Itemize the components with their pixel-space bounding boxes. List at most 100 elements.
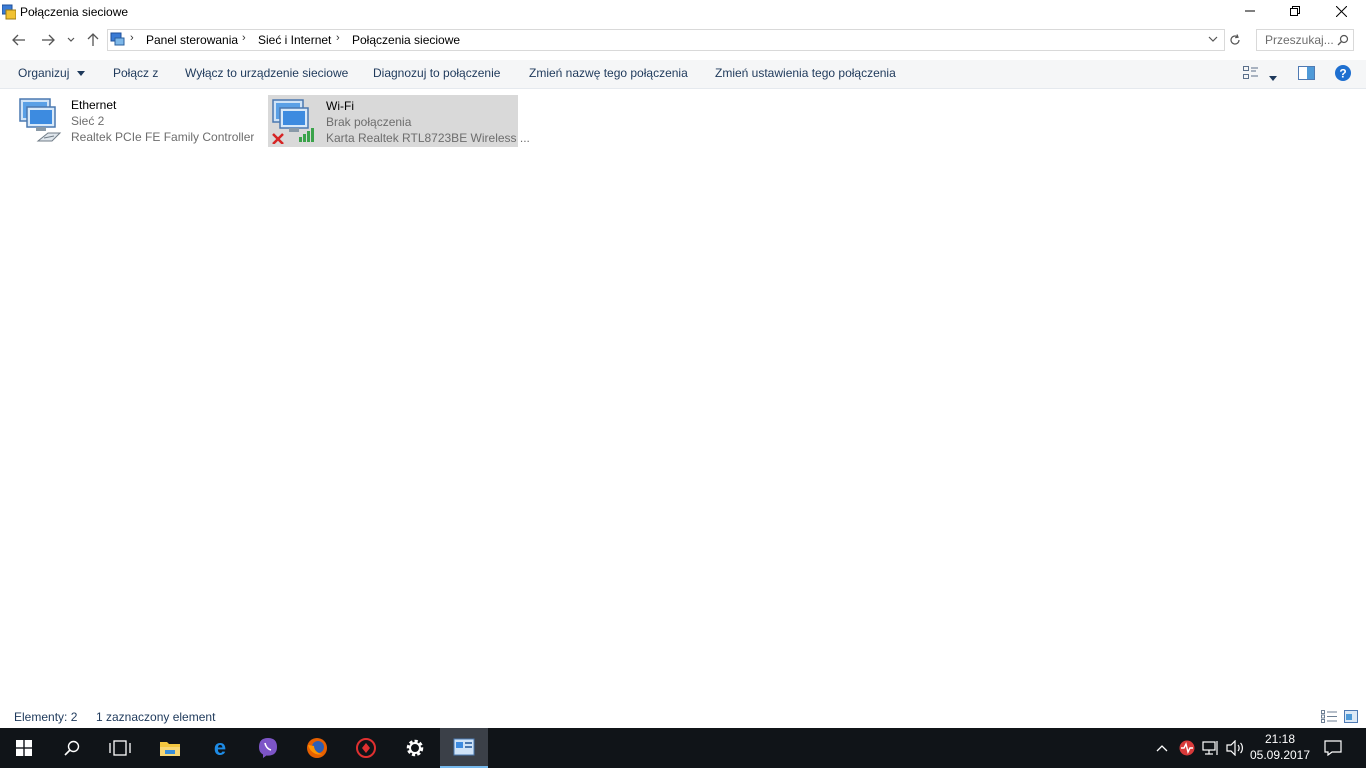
windows-logo-icon	[16, 740, 32, 756]
svg-text:?: ?	[1339, 67, 1346, 81]
network-icon	[1202, 741, 1218, 755]
ethernet-adapter-icon	[19, 98, 62, 142]
search-icon	[64, 740, 80, 756]
action-center-button[interactable]	[1318, 728, 1348, 768]
edge-icon: e	[214, 737, 226, 759]
antivirus-icon	[1179, 740, 1195, 756]
diagnose-button[interactable]: Diagnozuj to połączenie	[373, 66, 500, 80]
minimize-button[interactable]	[1227, 0, 1273, 22]
item-status: Brak połączenia	[326, 115, 412, 129]
app-taskbar-button-red[interactable]	[342, 728, 390, 768]
rename-button[interactable]: Zmień nazwę tego połączenia	[529, 66, 688, 80]
viber-icon	[259, 738, 277, 758]
forward-button[interactable]	[37, 26, 59, 54]
view-dropdown-button[interactable]	[1269, 70, 1277, 84]
task-view-button[interactable]	[96, 728, 144, 768]
network-item-ethernet[interactable]: Ethernet Sieć 2 Realtek PCIe FE Family C…	[14, 95, 258, 145]
command-bar: Organizuj Połącz z Wyłącz to urządzenie …	[0, 60, 1366, 89]
navigation-bar: › Panel sterowania › Sieć i Internet › P…	[0, 26, 1366, 54]
status-bar: Elementy: 2 1 zaznaczony element	[0, 706, 1366, 728]
breadcrumb-polaczenia-sieciowe[interactable]: Połączenia sieciowe	[352, 33, 460, 47]
file-explorer-taskbar-button[interactable]	[146, 728, 194, 768]
close-icon	[1335, 5, 1347, 17]
tiles-view-button[interactable]	[1344, 710, 1358, 726]
arrow-right-icon	[42, 34, 55, 46]
search-placeholder: Przeszukaj...	[1265, 33, 1334, 47]
tray-network-button[interactable]	[1200, 728, 1222, 768]
title-bar: Połączenia sieciowe	[0, 0, 1366, 24]
help-icon: ?	[1335, 65, 1351, 81]
connect-to-button[interactable]: Połącz z	[113, 66, 158, 80]
preview-pane-button[interactable]	[1298, 66, 1315, 83]
tray-volume-button[interactable]	[1224, 728, 1246, 768]
speaker-icon	[1226, 740, 1243, 756]
refresh-icon	[1230, 34, 1240, 45]
up-button[interactable]	[83, 26, 103, 54]
recent-locations-button[interactable]	[64, 26, 78, 54]
arrow-left-icon	[12, 34, 25, 46]
gear-icon	[406, 739, 424, 757]
close-button[interactable]	[1318, 0, 1364, 22]
search-taskbar-button[interactable]	[48, 728, 96, 768]
notification-icon	[1324, 740, 1342, 756]
window-title: Połączenia sieciowe	[20, 5, 129, 19]
address-bar[interactable]: › Panel sterowania › Sieć i Internet › P…	[107, 29, 1225, 51]
item-device: Karta Realtek RTL8723BE Wireless ...	[326, 131, 530, 145]
help-button[interactable]: ?	[1334, 64, 1352, 85]
details-view-button[interactable]	[1321, 710, 1337, 726]
restore-button[interactable]	[1272, 0, 1318, 22]
minimize-icon	[1245, 10, 1255, 12]
organize-label: Organizuj	[18, 66, 70, 80]
disable-device-button[interactable]: Wyłącz to urządzenie sieciowe	[185, 66, 348, 80]
viber-taskbar-button[interactable]	[244, 728, 292, 768]
svg-text:e: e	[214, 737, 226, 759]
change-settings-button[interactable]: Zmień ustawienia tego połączenia	[715, 66, 896, 80]
item-status: Sieć 2	[71, 114, 105, 128]
chevron-up-icon	[1156, 745, 1168, 752]
show-hidden-icons-button[interactable]	[1154, 728, 1170, 768]
item-device: Realtek PCIe FE Family Controller	[71, 130, 255, 144]
tray-antivirus-icon-button[interactable]	[1177, 728, 1197, 768]
network-connections-icon	[2, 4, 16, 20]
tiles-view-icon	[1344, 710, 1358, 723]
back-button[interactable]	[8, 26, 30, 54]
network-item-wifi[interactable]: Wi-Fi Brak połączenia Karta Realtek RTL8…	[268, 95, 530, 147]
breadcrumb-siec-i-internet[interactable]: Sieć i Internet	[258, 33, 331, 47]
control-panel-icon	[110, 32, 125, 46]
arrow-up-icon	[87, 33, 99, 46]
firefox-icon	[307, 738, 327, 758]
firefox-taskbar-button[interactable]	[293, 728, 341, 768]
search-box[interactable]: Przeszukaj...	[1256, 29, 1354, 51]
clock-time: 21:18	[1264, 732, 1296, 746]
caret-down-icon	[76, 71, 85, 77]
breadcrumb-separator: ›	[336, 32, 340, 44]
chevron-down-icon[interactable]	[1208, 36, 1218, 43]
refresh-button[interactable]	[1225, 29, 1245, 51]
settings-taskbar-button[interactable]	[391, 728, 439, 768]
selection-count: 1 zaznaczony element	[96, 710, 216, 724]
view-options-icon	[1243, 66, 1258, 79]
search-icon	[1337, 34, 1349, 46]
preview-pane-icon	[1298, 66, 1315, 80]
wifi-adapter-icon	[272, 99, 314, 144]
clock[interactable]: 21:18 05.09.2017	[1244, 731, 1316, 763]
item-name: Wi-Fi	[326, 99, 354, 113]
item-name: Ethernet	[71, 98, 117, 112]
folder-icon	[160, 742, 180, 756]
caret-down-icon	[1269, 76, 1277, 81]
edge-taskbar-button[interactable]: e	[196, 728, 244, 768]
start-button[interactable]	[0, 728, 48, 768]
network-connections-taskbar-button[interactable]	[440, 728, 488, 768]
taskbar: e 21:18 05.09.2017	[0, 728, 1366, 768]
red-app-icon	[356, 738, 376, 758]
chevron-down-icon	[67, 37, 75, 42]
task-view-icon	[109, 740, 131, 756]
change-view-button[interactable]	[1243, 66, 1259, 83]
breadcrumb-panel-sterowania[interactable]: Panel sterowania	[146, 33, 238, 47]
item-count: Elementy: 2	[14, 710, 78, 724]
control-panel-icon	[453, 738, 475, 756]
details-view-icon	[1321, 710, 1337, 723]
organize-menu[interactable]: Organizuj	[18, 66, 85, 80]
clock-date: 05.09.2017	[1249, 748, 1311, 762]
breadcrumb-separator: ›	[242, 32, 246, 44]
